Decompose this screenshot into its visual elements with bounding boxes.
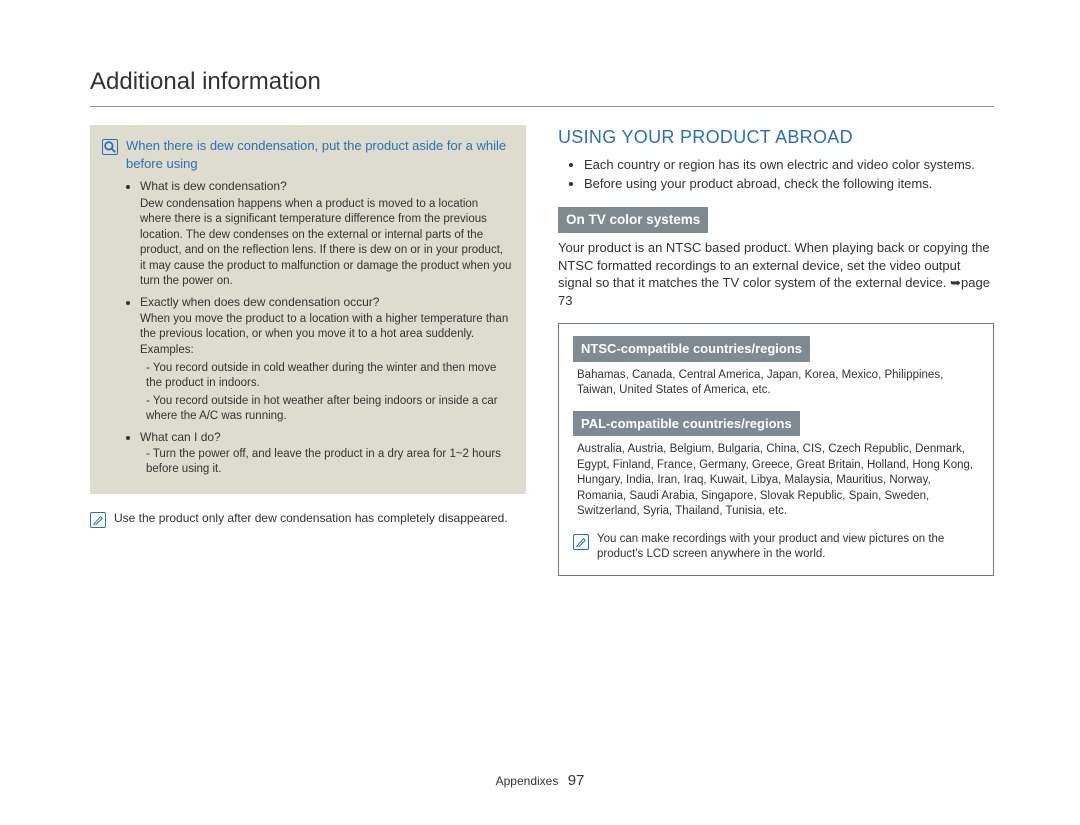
abroad-bullets: Each country or region has its own elect… [558,156,994,193]
faq-question: What can I do? [140,430,221,444]
faq-answer: Dew condensation happens when a product … [140,197,512,290]
section-heading: USING YOUR PRODUCT ABROAD [558,125,994,149]
faq-item: What can I do? Turn the power off, and l… [140,429,512,478]
dew-info-box: When there is dew condensation, put the … [90,125,526,493]
tv-systems-label: On TV color systems [558,207,708,233]
info-box-header: When there is dew condensation, put the … [102,137,512,172]
pal-countries: Australia, Austria, Belgium, Bulgaria, C… [573,442,979,520]
sublist-item: You record outside in cold weather durin… [146,361,512,392]
footer-section: Appendixes [496,774,559,788]
note-row: Use the product only after dew condensat… [90,510,526,528]
ntsc-label: NTSC-compatible countries/regions [573,336,810,362]
faq-question: Exactly when does dew condensation occur… [140,295,379,309]
sublist-item: Turn the power off, and leave the produc… [146,447,512,478]
magnify-box-icon [102,139,118,155]
page-footer: Appendixes 97 [0,771,1080,791]
bullet-item: Each country or region has its own elect… [584,156,994,174]
note-text: Use the product only after dew condensat… [114,510,508,528]
ntsc-countries: Bahamas, Canada, Central America, Japan,… [573,368,979,399]
tv-systems-body: Your product is an NTSC based product. W… [558,239,994,309]
footer-page-number: 97 [568,772,585,789]
box-note-row: You can make recordings with your produc… [573,532,979,563]
box-note-text: You can make recordings with your produc… [597,532,979,563]
note-icon [573,534,589,550]
info-box-body: What is dew condensation? Dew condensati… [102,178,512,477]
faq-sublist: You record outside in cold weather durin… [140,361,512,425]
title-divider [90,106,994,107]
sublist-item: You record outside in hot weather after … [146,394,512,425]
faq-sublist: Turn the power off, and leave the produc… [140,447,512,478]
content-columns: When there is dew condensation, put the … [90,125,994,576]
pal-label: PAL-compatible countries/regions [573,411,800,437]
faq-answer: When you move the product to a location … [140,312,512,359]
left-column: When there is dew condensation, put the … [90,125,526,576]
faq-item: What is dew condensation? Dew condensati… [140,178,512,289]
compatibility-box: NTSC-compatible countries/regions Bahama… [558,323,994,576]
faq-item: Exactly when does dew condensation occur… [140,294,512,425]
page-title: Additional information [90,66,994,98]
faq-question: What is dew condensation? [140,179,287,193]
bullet-item: Before using your product abroad, check … [584,175,994,193]
right-column: USING YOUR PRODUCT ABROAD Each country o… [558,125,994,576]
note-icon [90,512,106,528]
info-box-title: When there is dew condensation, put the … [126,137,512,172]
